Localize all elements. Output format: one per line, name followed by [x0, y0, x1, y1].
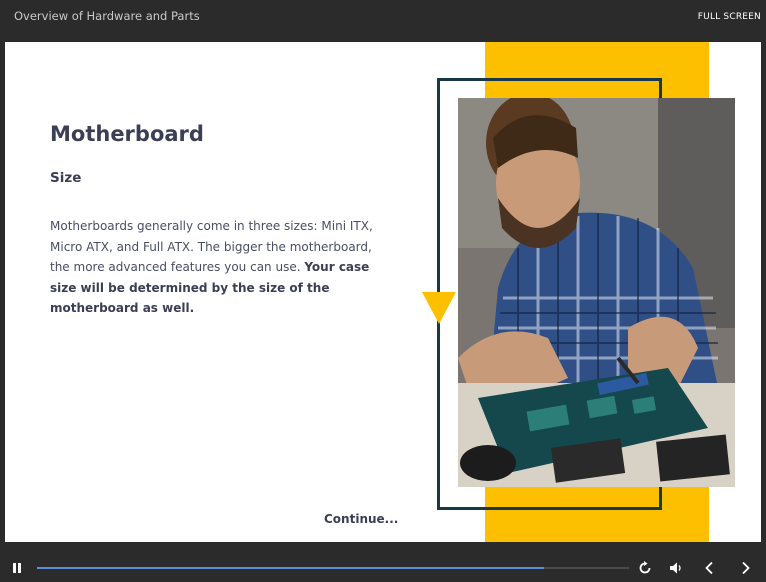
fullscreen-button[interactable]: FULL SCREEN [698, 12, 761, 22]
previous-icon[interactable] [704, 561, 714, 575]
slide-body-text: Motherboards generally come in three siz… [50, 216, 395, 319]
slide-subtitle: Size [50, 170, 82, 186]
pause-icon[interactable] [12, 562, 22, 574]
slide-title: Motherboard [50, 122, 204, 146]
slide-canvas: Motherboard Size Motherboards generally … [5, 42, 761, 542]
technician-photo [458, 98, 735, 487]
course-title: Overview of Hardware and Parts [14, 9, 200, 23]
top-bar: Overview of Hardware and Parts FULL SCRE… [0, 0, 766, 42]
next-icon[interactable] [741, 561, 751, 575]
replay-icon[interactable] [638, 561, 652, 575]
technician-photo-illustration [458, 98, 735, 487]
progress-fill [37, 567, 545, 569]
volume-icon[interactable] [669, 561, 683, 575]
arrow-down-icon [422, 292, 456, 324]
continue-button[interactable]: Continue... [324, 512, 398, 526]
progress-bar[interactable] [37, 567, 629, 569]
player-controls [0, 542, 766, 582]
